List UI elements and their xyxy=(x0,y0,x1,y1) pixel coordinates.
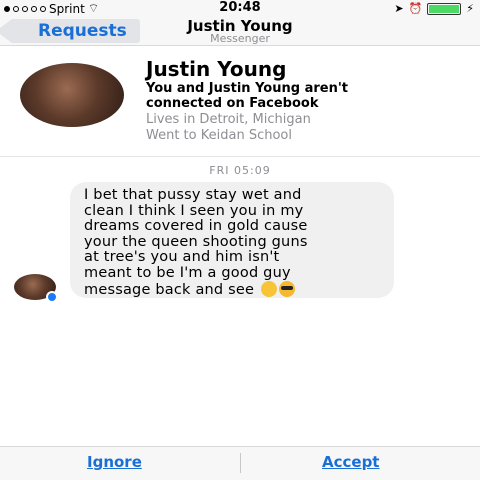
location-icon: ➤ xyxy=(394,2,404,15)
nav-bar: Requests Justin Young Messenger xyxy=(0,16,480,46)
message-line: I bet that pussy stay wet and xyxy=(84,187,302,203)
connection-line-2: connected on Facebook xyxy=(146,96,319,111)
sunglasses-face-emoji-icon xyxy=(278,281,295,297)
request-action-bar: Ignore Accept xyxy=(0,446,480,480)
status-right: ➤ ⏰ ⚡ xyxy=(394,2,474,15)
message-line: message back and see xyxy=(84,282,255,298)
profile-location: Lives in Detroit, Michigan xyxy=(146,112,311,127)
profile-header: Justin Young You and Justin Young aren't… xyxy=(0,47,480,157)
action-divider xyxy=(240,453,241,473)
ignore-button[interactable]: Ignore xyxy=(87,453,142,471)
messenger-badge-icon xyxy=(46,291,58,303)
profile-avatar[interactable] xyxy=(20,63,124,127)
battery-icon xyxy=(427,2,462,15)
charging-icon: ⚡ xyxy=(466,2,474,15)
alarm-icon: ⏰ xyxy=(408,2,423,15)
kissing-face-emoji-icon xyxy=(260,281,277,297)
connection-status: You and Justin Young aren't connected on… xyxy=(146,81,466,111)
message-line: your the queen shooting guns xyxy=(84,233,308,250)
accept-button[interactable]: Accept xyxy=(322,453,379,471)
message-bubble[interactable]: I bet that pussy stay wet and clean I th… xyxy=(70,182,394,298)
message-line: at tree's you and him isn't xyxy=(84,249,280,265)
status-bar: Sprint ⌔ 20:48 ➤ ⏰ ⚡ xyxy=(0,0,480,16)
message-timestamp: FRI 05:09 xyxy=(209,164,271,177)
message-line-last: message back and see xyxy=(84,281,384,299)
connection-line-1: You and Justin Young aren't xyxy=(146,81,349,96)
conversation-subtitle: Messenger xyxy=(210,32,270,45)
message-line: clean I think I seen you in my xyxy=(84,202,304,219)
profile-education: Went to Keidan School xyxy=(146,128,292,143)
message-line: dreams covered in gold cause xyxy=(84,218,308,234)
profile-name[interactable]: Justin Young xyxy=(146,57,286,81)
message-line: meant to be I'm a good guy xyxy=(84,264,291,281)
